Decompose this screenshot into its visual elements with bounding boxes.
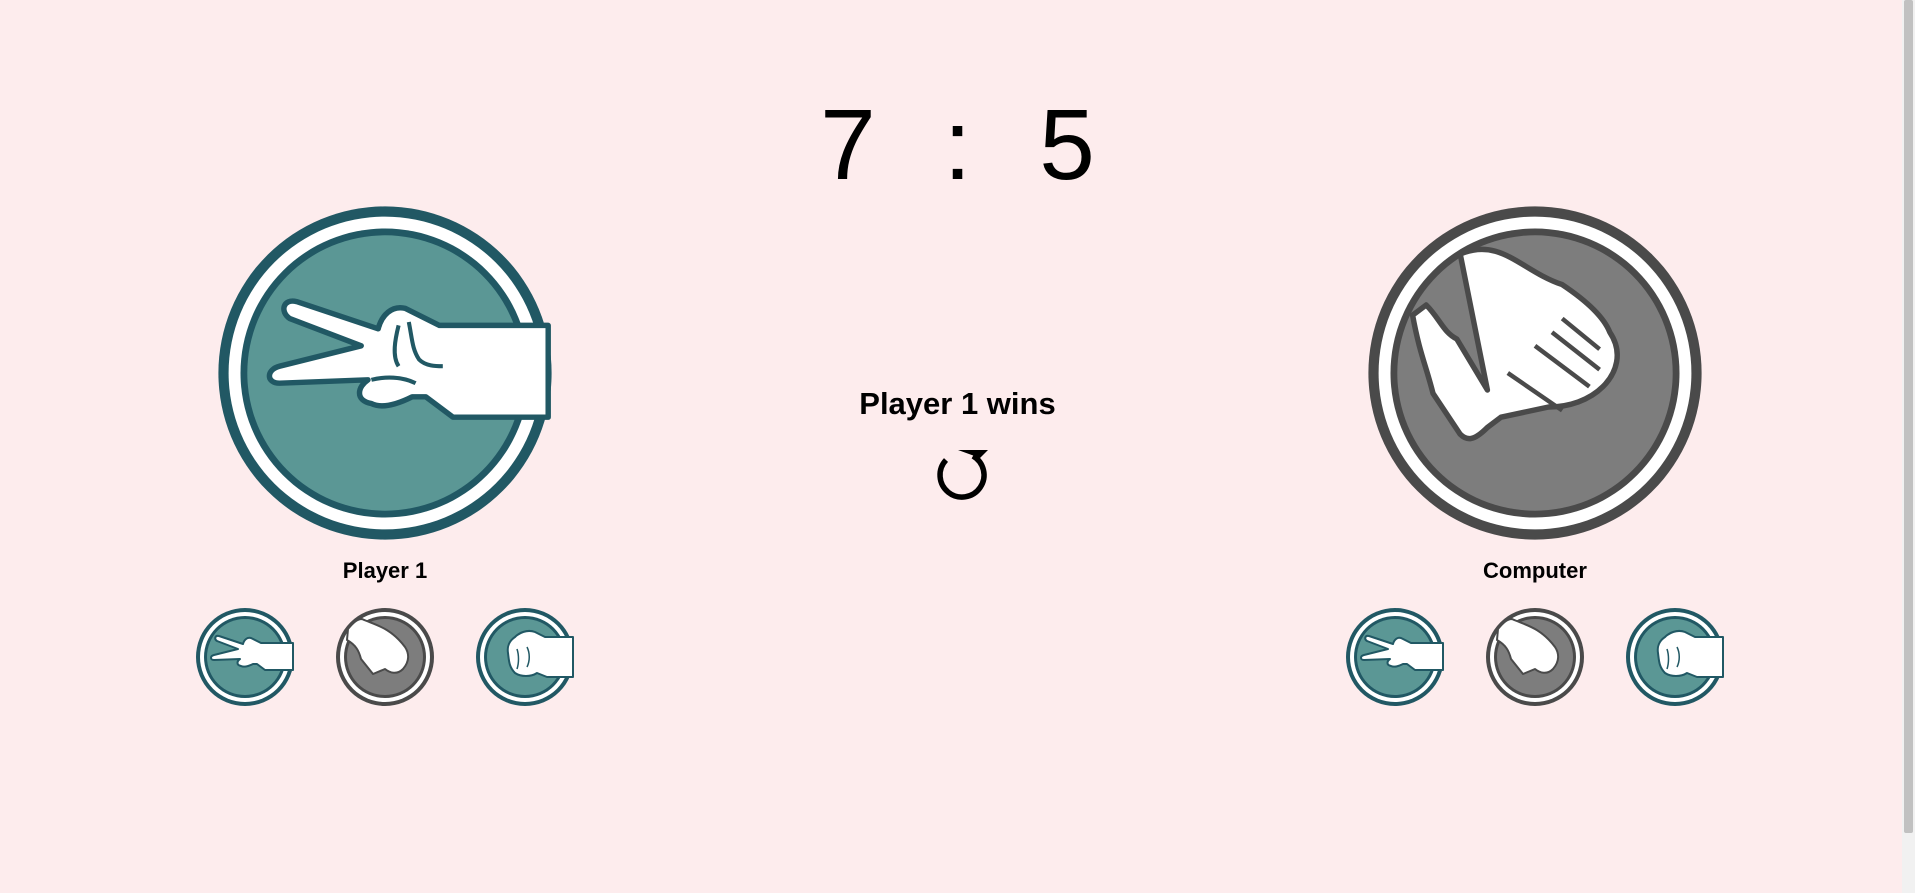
player1-choice-rock[interactable] <box>475 607 575 707</box>
computer-choice-paper[interactable] <box>1485 607 1585 707</box>
scissors-icon <box>218 206 552 540</box>
scissors-icon <box>196 608 294 706</box>
score-separator: : <box>943 89 972 201</box>
game-page: 7 : 5 Player 1 Player 1 wins Computer <box>0 0 1915 893</box>
scrollbar-thumb[interactable] <box>1904 0 1913 833</box>
computer-panel: Computer <box>1365 203 1705 584</box>
paper-icon <box>1486 608 1584 706</box>
paper-icon <box>336 608 434 706</box>
rock-icon <box>476 608 574 706</box>
computer-score: 5 <box>1039 89 1095 201</box>
player1-choice-scissors[interactable] <box>195 607 295 707</box>
rock-icon <box>1626 608 1724 706</box>
player1-score: 7 <box>820 89 876 201</box>
player1-choice-paper[interactable] <box>335 607 435 707</box>
scissors-icon <box>1346 608 1444 706</box>
player1-name: Player 1 <box>342 558 428 583</box>
computer-choice-scissors[interactable] <box>1345 607 1445 707</box>
restart-icon[interactable] <box>930 442 990 502</box>
computer-name: Computer <box>1483 558 1587 583</box>
paper-icon <box>1368 206 1702 540</box>
scoreboard: 7 : 5 <box>0 90 1915 200</box>
vertical-scrollbar[interactable] <box>1902 0 1915 893</box>
computer-choice-rock[interactable] <box>1625 607 1725 707</box>
